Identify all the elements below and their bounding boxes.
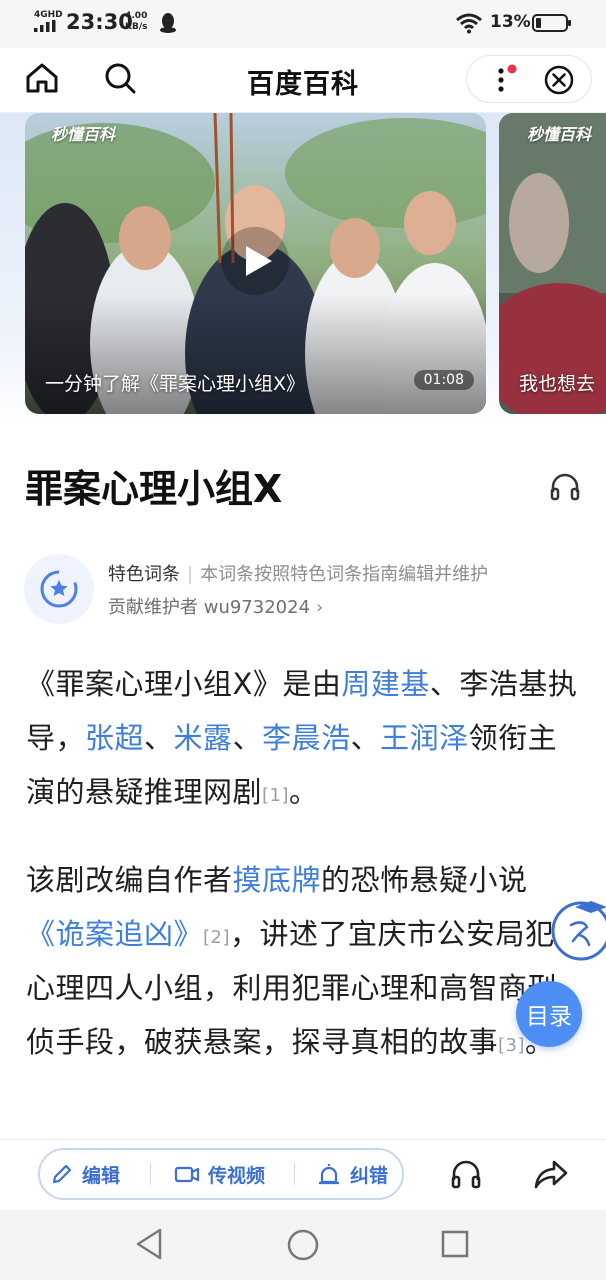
link-director[interactable]: 周建基	[341, 667, 430, 701]
text: 该剧改编自作者	[26, 863, 233, 897]
divider	[150, 1163, 151, 1185]
upload-video-label: 传视频	[208, 1164, 266, 1187]
entry-title: 罪案心理小组X	[25, 467, 283, 511]
listen-icon[interactable]	[448, 1156, 484, 1192]
action-group: 编辑 传视频 纠错	[38, 1148, 404, 1200]
link-novel[interactable]: 《诡案追凶》	[26, 917, 203, 951]
mini-program-capsule	[466, 55, 592, 103]
edit-button[interactable]: 编辑	[50, 1160, 120, 1188]
contributor-link[interactable]: 贡献维护者 wu9732024 ›	[108, 593, 323, 619]
link-actor[interactable]: 张超	[85, 721, 144, 755]
network-type: 4GHD	[34, 10, 63, 20]
speed-value: 4.00	[125, 11, 148, 21]
report-error-button[interactable]: 纠错	[316, 1160, 388, 1188]
play-icon[interactable]	[220, 226, 290, 296]
video-caption: 一分钟了解《罪案心理小组X》	[45, 373, 306, 395]
network-speed: 4.00 KB/s	[125, 11, 147, 33]
battery-percent: 13%	[490, 12, 531, 32]
featured-entry-info: 特色词条 | 本词条按照特色词条指南编辑并维护	[108, 560, 488, 586]
featured-entry-desc: 本词条按照特色词条指南编辑并维护	[200, 564, 489, 585]
divider	[294, 1163, 295, 1185]
link-actor[interactable]: 米露	[174, 721, 233, 755]
summary-paragraph: 该剧改编自作者摸底牌的恐怖悬疑小说《诡案追凶》[2]，讲述了宜庆市公安局犯罪心理…	[26, 853, 586, 1069]
text: 。	[289, 775, 319, 809]
text: 、	[232, 721, 263, 755]
speed-unit: KB/s	[125, 22, 148, 32]
text: 、	[350, 721, 381, 755]
chevron-right-icon: ›	[316, 597, 324, 618]
video-camera-icon	[174, 1166, 200, 1183]
summary-paragraph: 《罪案心理小组X》是由周建基、李浩基执导，张超、米露、李晨浩、王润泽领衔主演的悬…	[26, 657, 586, 819]
system-nav-bar	[0, 1210, 606, 1280]
link-actor[interactable]: 王润泽	[380, 721, 469, 755]
link-author[interactable]: 摸底牌	[233, 863, 322, 897]
status-bar: 4GHD 23:30 4.00 KB/s 13%	[0, 0, 606, 48]
contributor-text: 贡献维护者 wu9732024	[108, 597, 311, 618]
upload-video-button[interactable]: 传视频	[174, 1160, 265, 1188]
qq-icon	[160, 13, 176, 33]
reference-marker[interactable]: [1]	[262, 785, 289, 806]
signal-icon	[34, 20, 56, 32]
video-duration: 01:08	[413, 370, 474, 390]
clock: 23:30	[66, 10, 133, 34]
video-logo: 秒懂百科	[51, 125, 116, 144]
bottom-toolbar: 编辑 传视频 纠错	[0, 1139, 606, 1210]
recent-apps-icon[interactable]	[440, 1229, 470, 1259]
video-card[interactable]: 秒懂百科 一分钟了解《罪案心理小组X》 01:08	[25, 113, 486, 414]
featured-entry-icon	[24, 554, 94, 624]
report-error-label: 纠错	[350, 1164, 389, 1187]
link-actor[interactable]: 李晨浩	[262, 721, 351, 755]
home-circle-icon[interactable]	[286, 1228, 320, 1262]
featured-entry-tag[interactable]: 特色词条	[108, 564, 180, 585]
reference-marker[interactable]: [3]	[498, 1035, 525, 1056]
video-card[interactable]: 秒懂百科 我也想去	[499, 113, 606, 414]
more-menu-icon[interactable]	[485, 62, 521, 98]
close-icon[interactable]	[541, 62, 577, 98]
video-caption: 我也想去	[519, 373, 596, 395]
text: 、	[144, 721, 174, 755]
headphones-icon[interactable]	[548, 470, 582, 504]
text: 的恐怖悬疑小说	[321, 863, 528, 897]
assistant-icon[interactable]	[549, 897, 606, 961]
divider: |	[187, 564, 194, 585]
edit-label: 编辑	[82, 1164, 121, 1187]
wifi-icon	[456, 13, 482, 34]
text: 《罪案心理小组X》是由	[26, 667, 342, 701]
share-icon[interactable]	[532, 1156, 570, 1192]
app-header: 百度百科	[0, 48, 606, 113]
battery-icon	[532, 14, 571, 32]
alarm-icon	[319, 1164, 339, 1185]
reference-marker[interactable]: [2]	[203, 927, 230, 948]
pencil-icon	[52, 1164, 72, 1184]
back-icon[interactable]	[134, 1226, 166, 1262]
video-logo: 秒懂百科	[527, 125, 592, 144]
toc-button[interactable]: 目录	[516, 981, 582, 1047]
